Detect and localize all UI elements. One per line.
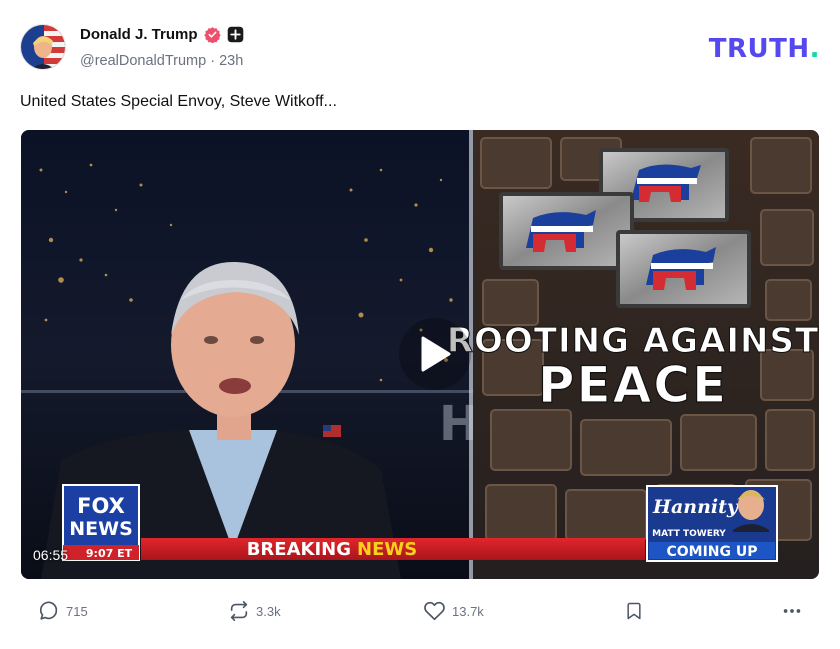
avatar[interactable]: [20, 24, 66, 70]
logo-text: TRUTH: [708, 34, 810, 64]
post-header: Donald J. Trump @realDonaldTrump · 23h T…: [20, 24, 820, 74]
like-button[interactable]: 13.7k: [423, 600, 484, 622]
show-name: Hannity: [652, 496, 740, 518]
video-player[interactable]: Ha: [21, 130, 819, 579]
truth-post: Donald J. Trump @realDonaldTrump · 23h T…: [0, 0, 840, 649]
post-timestamp[interactable]: 23h: [219, 53, 243, 69]
comment-icon: [39, 601, 58, 620]
headline-line1: ROOTING AGAINST: [447, 321, 819, 361]
network-time: 9:07 ET: [86, 547, 133, 560]
breaking-word1: BREAKING: [247, 539, 351, 560]
more-options-button[interactable]: [780, 600, 804, 622]
plus-badge-icon: [227, 26, 244, 43]
donkey-tv-2: [499, 192, 634, 270]
display-name[interactable]: Donald J. Trump: [80, 26, 198, 43]
like-count: 13.7k: [452, 603, 484, 619]
video-duration: 06:55: [33, 547, 69, 563]
network-line1: FOX: [77, 494, 125, 518]
meta-separator: ·: [210, 53, 216, 69]
author-name-row: Donald J. Trump: [80, 26, 244, 44]
truth-logo[interactable]: TRUTH.: [709, 34, 820, 64]
headline-line2: PEACE: [538, 356, 728, 414]
play-icon: [421, 336, 451, 372]
donkey-tv-3: [616, 230, 751, 308]
promo-status: COMING UP: [666, 544, 757, 560]
repost-icon: [230, 601, 248, 621]
post-text: United States Special Envoy, Steve Witko…: [20, 93, 337, 110]
author-handle[interactable]: @realDonaldTrump: [80, 53, 206, 69]
promo-name: MATT TOWERY: [652, 529, 726, 539]
retruth-button[interactable]: 3.3k: [228, 600, 281, 622]
network-line2: NEWS: [69, 518, 133, 540]
reply-count: 715: [66, 603, 88, 619]
author-meta: @realDonaldTrump · 23h: [80, 53, 243, 69]
breaking-word2: NEWS: [357, 539, 417, 560]
bookmark-icon: [627, 602, 641, 620]
logo-dot: .: [809, 34, 820, 64]
heart-icon: [424, 601, 445, 621]
reply-button[interactable]: 715: [38, 600, 88, 622]
play-button[interactable]: [399, 318, 471, 390]
bookmark-button[interactable]: [624, 600, 644, 622]
retruth-count: 3.3k: [256, 603, 281, 619]
more-icon: [783, 609, 801, 613]
post-actions: 715 3.3k 13.7k: [20, 600, 820, 628]
verified-badge-icon: [203, 26, 221, 44]
